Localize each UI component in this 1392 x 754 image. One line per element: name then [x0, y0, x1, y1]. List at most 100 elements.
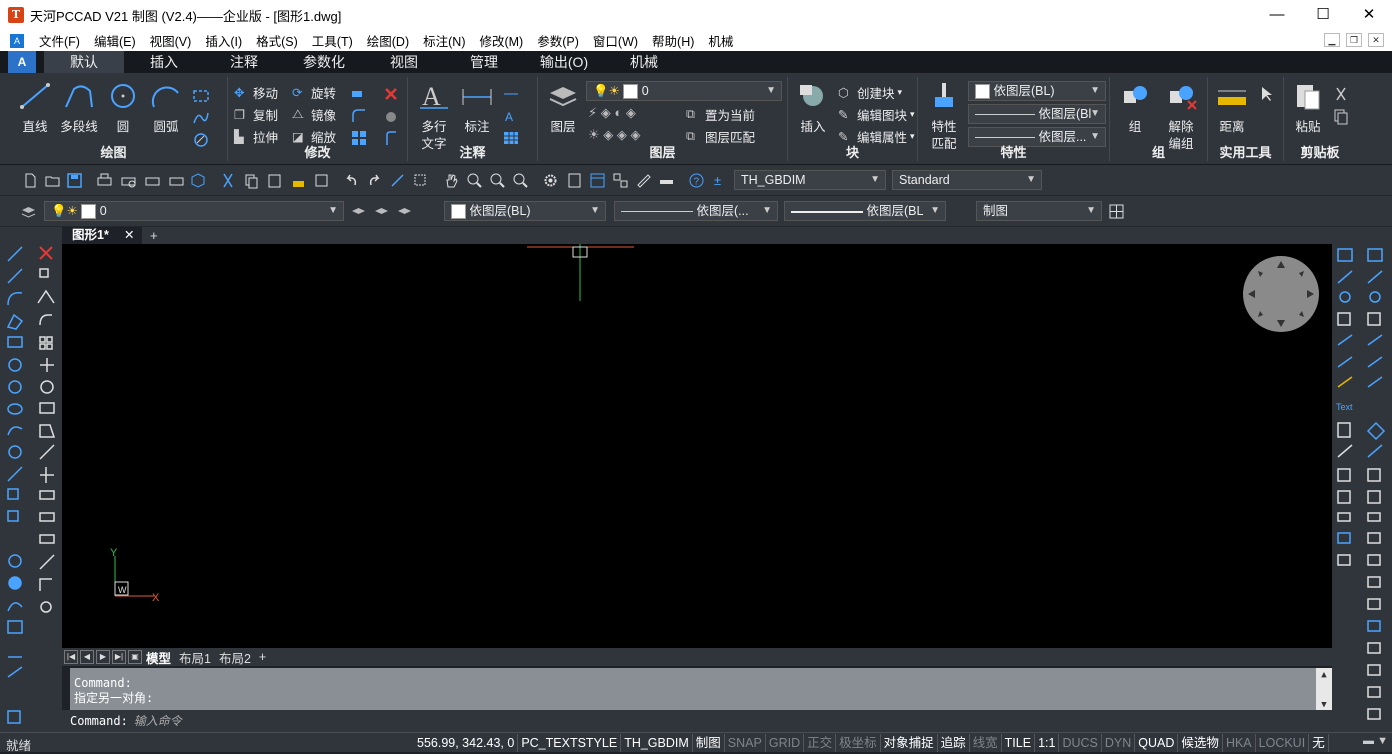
menu-insert[interactable]: 插入(I): [198, 31, 249, 50]
linear-dim-icon[interactable]: [502, 85, 520, 103]
insert-block-button[interactable]: 插入: [794, 81, 832, 135]
right-tool-icons[interactable]: Text: [1332, 227, 1392, 735]
layer-tools-row1[interactable]: ⚡ ◈ ◐ ◈: [588, 105, 636, 121]
status-toggle[interactable]: TH_GBDIM: [621, 734, 693, 752]
print-icon[interactable]: [96, 172, 113, 189]
group-button[interactable]: 组: [1116, 81, 1154, 135]
tab-view[interactable]: 视图: [364, 51, 444, 73]
copy-tool-icon[interactable]: [243, 172, 260, 189]
tab-layout2[interactable]: 布局2: [215, 648, 255, 667]
arc-button[interactable]: 圆弧: [146, 81, 186, 135]
zoom-window-icon[interactable]: [489, 172, 506, 189]
menu-window[interactable]: 窗口(W): [586, 31, 645, 50]
erase-icon[interactable]: [382, 85, 400, 103]
menu-mechanical[interactable]: 机械: [701, 31, 740, 50]
plotstyle-dropdown[interactable]: 制图 ▼: [976, 201, 1102, 221]
tab-drawing1[interactable]: 图形1* ✕: [62, 227, 142, 244]
zoom-previous-icon[interactable]: [512, 172, 529, 189]
status-toggle[interactable]: 正交: [804, 734, 837, 752]
menu-draw[interactable]: 绘图(D): [360, 31, 416, 50]
cut-icon[interactable]: [1332, 85, 1350, 103]
tool-palettes-icon[interactable]: [589, 172, 606, 189]
menu-tools[interactable]: 工具(T): [305, 31, 360, 50]
select-icon[interactable]: [1258, 85, 1276, 103]
tab-insert[interactable]: 插入: [124, 51, 204, 73]
command-input[interactable]: [133, 714, 734, 728]
modify-panel-title[interactable]: 修改: [228, 142, 407, 161]
block-panel-title[interactable]: 块: [788, 142, 917, 161]
color-toolbar-dropdown[interactable]: 依图层(BL) ▼: [444, 201, 606, 221]
new-tab-button[interactable]: +: [150, 227, 158, 244]
close-button[interactable]: ✕: [1346, 0, 1392, 30]
pan-hand-icon[interactable]: [443, 172, 460, 189]
publish-icon[interactable]: [144, 172, 161, 189]
zoom-realtime-icon[interactable]: [466, 172, 483, 189]
layer-states-icon[interactable]: [396, 203, 413, 220]
groups-panel-title[interactable]: 组: [1110, 142, 1207, 161]
app-menu-button[interactable]: A: [8, 51, 36, 73]
tab-default[interactable]: 默认: [44, 51, 124, 73]
status-toggle[interactable]: LOCKUI: [1256, 734, 1310, 752]
copy-button[interactable]: ❐ 复制: [234, 105, 278, 124]
status-toggle[interactable]: DYN: [1102, 734, 1136, 752]
pick-point-icon[interactable]: [389, 172, 406, 189]
circle-button[interactable]: 圆: [104, 81, 142, 135]
grid-view-icon[interactable]: [1108, 203, 1125, 220]
color-dropdown[interactable]: 依图层(BL) ▼: [968, 81, 1106, 101]
status-toggle[interactable]: TILE: [1002, 734, 1036, 752]
menu-view[interactable]: 视图(V): [143, 31, 199, 50]
undo-icon[interactable]: [343, 172, 360, 189]
properties-gear-icon[interactable]: [542, 172, 559, 189]
layer-dropdown[interactable]: 💡☀ 0 ▼: [586, 81, 782, 101]
menu-help[interactable]: 帮助(H): [645, 31, 701, 50]
create-block-button[interactable]: ⬡ 创建块 ▾: [838, 83, 902, 102]
lineweight-toolbar-dropdown[interactable]: 依图层(BL ▼: [784, 201, 946, 221]
clipboard-panel-title[interactable]: 剪贴板: [1284, 142, 1356, 161]
rectangle-icon[interactable]: [192, 87, 210, 105]
status-toggle[interactable]: 制图: [693, 734, 725, 752]
fillet-icon[interactable]: [350, 107, 368, 125]
text-style-icon[interactable]: A: [502, 107, 520, 125]
status-toggle[interactable]: 线宽: [970, 734, 1002, 752]
tab-output[interactable]: 输出(O): [524, 51, 604, 73]
3d-cube-icon[interactable]: [190, 172, 207, 189]
tab-model[interactable]: 模型: [142, 648, 175, 667]
status-toggle[interactable]: 无: [1309, 734, 1329, 752]
mdi-close-button[interactable]: ✕: [1368, 33, 1384, 47]
maximize-button[interactable]: ☐: [1300, 0, 1346, 30]
mdi-minimize-button[interactable]: ▁: [1324, 33, 1340, 47]
trim-icon[interactable]: [350, 85, 368, 103]
status-toggle[interactable]: SNAP: [725, 734, 766, 752]
cut-tool-icon[interactable]: [220, 172, 237, 189]
coordinates-readout[interactable]: 556.99, 342.43, 0: [414, 734, 519, 752]
design-center-icon[interactable]: [566, 172, 583, 189]
tab-manage[interactable]: 管理: [444, 51, 524, 73]
status-menu-icon[interactable]: ▬ ▼: [1363, 735, 1388, 747]
new-file-icon[interactable]: [22, 172, 39, 189]
drawing-canvas[interactable]: Y X W: [62, 244, 1332, 648]
next-layout-button[interactable]: ▶: [96, 650, 110, 664]
help-icon[interactable]: ?: [688, 172, 705, 189]
annotation-panel-title[interactable]: 注释: [408, 142, 537, 161]
mirror-button[interactable]: ⧍ 镜像: [292, 105, 336, 124]
layer-properties-button[interactable]: 图层: [544, 81, 582, 135]
first-layout-button[interactable]: |◀: [64, 650, 78, 664]
prev-layout-button[interactable]: ◀: [80, 650, 94, 664]
menu-modify[interactable]: 修改(M): [472, 31, 530, 50]
layer-tools-row2[interactable]: ☀ ◈ ◈ ◈: [588, 127, 640, 143]
layers-panel-title[interactable]: 图层: [538, 142, 787, 161]
save-icon[interactable]: [66, 172, 83, 189]
layer-manager-icon[interactable]: [20, 203, 37, 220]
menu-format[interactable]: 格式(S): [249, 31, 305, 50]
draw-panel-title[interactable]: 绘图: [0, 142, 227, 161]
utilities-panel-title[interactable]: 实用工具: [1208, 142, 1283, 161]
dimstyle-dropdown[interactable]: TH_GBDIM ▼: [734, 170, 886, 190]
layer-toolbar-dropdown[interactable]: 💡☀ 0 ▼: [44, 201, 344, 221]
menu-parametric[interactable]: 参数(P): [530, 31, 586, 50]
menu-edit[interactable]: 编辑(E): [87, 31, 143, 50]
tab-layout1[interactable]: 布局1: [175, 648, 215, 667]
plot-icon[interactable]: [168, 172, 185, 189]
plus-minus-icon[interactable]: ±: [711, 172, 728, 189]
linetype-toolbar-dropdown[interactable]: 依图层(... ▼: [614, 201, 778, 221]
status-toggle[interactable]: 候选物: [1178, 734, 1223, 752]
